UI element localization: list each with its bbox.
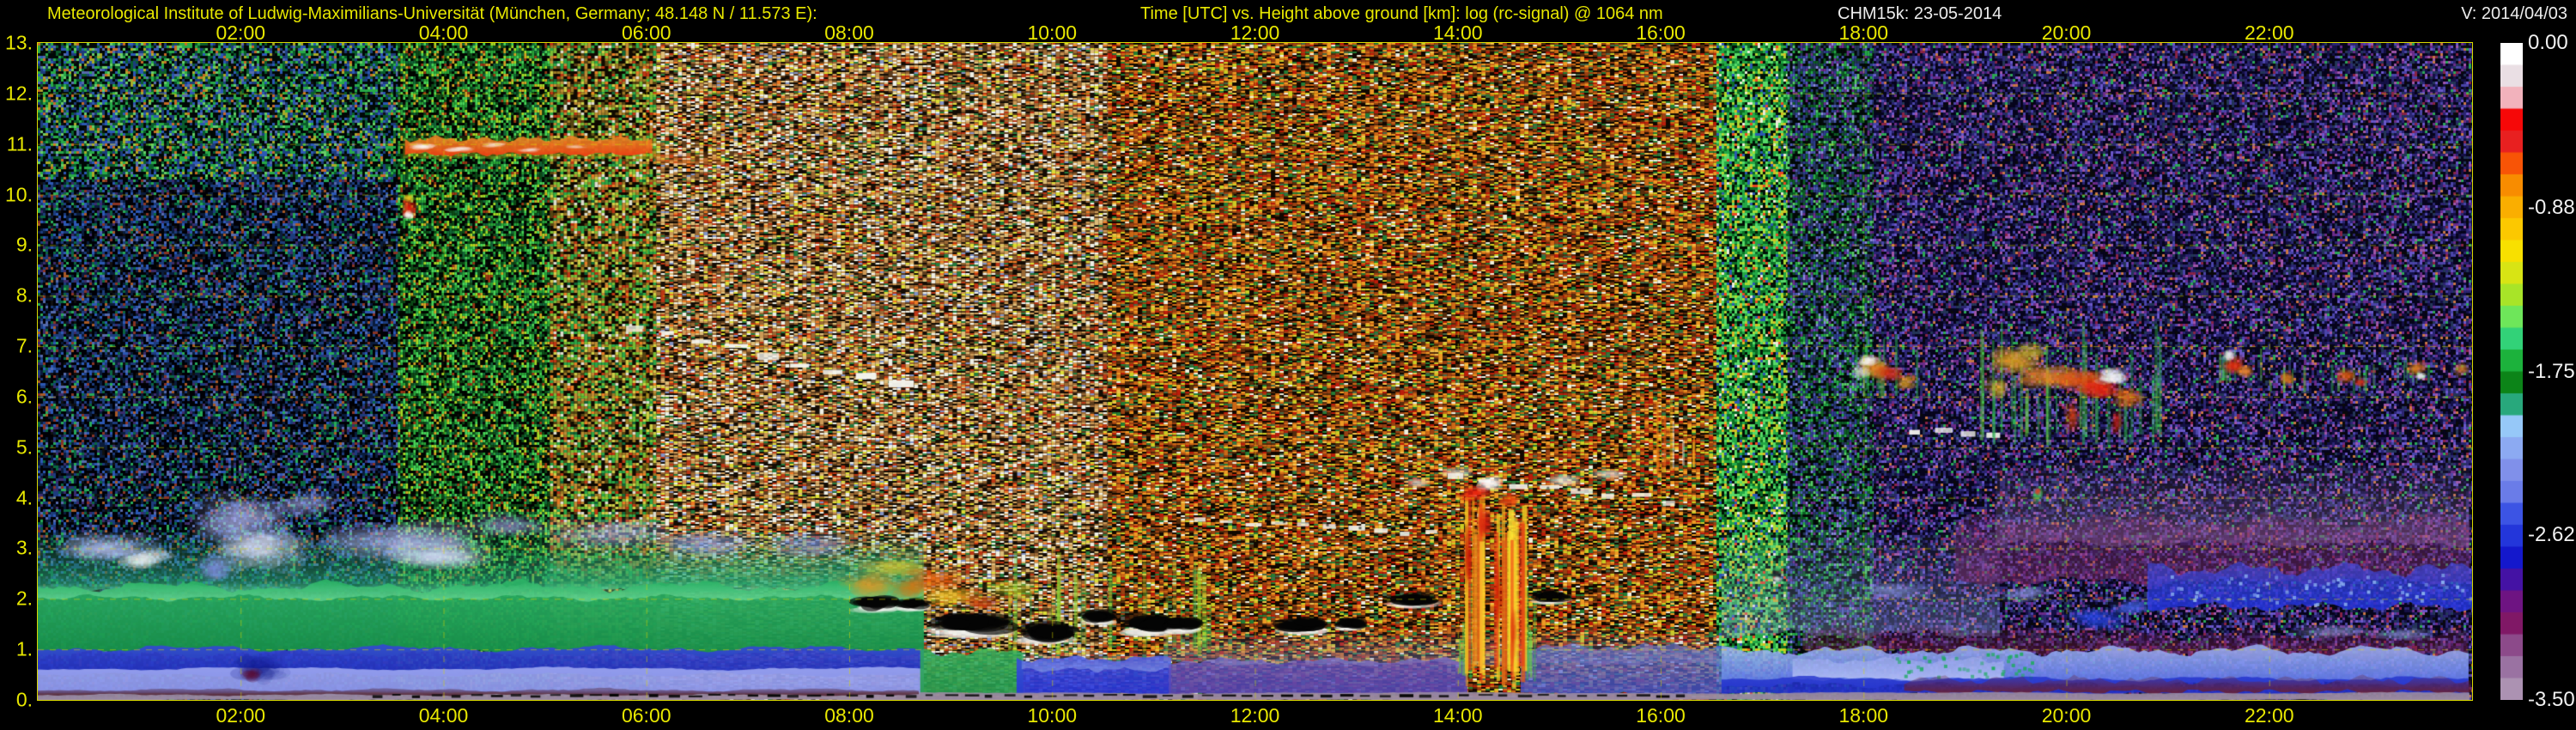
version-label: V: 2014/04/03 bbox=[2461, 4, 2567, 23]
x-tick-label-top: 18:00 bbox=[1838, 21, 1889, 44]
colorbar bbox=[2500, 43, 2523, 700]
x-tick-label-bottom: 20:00 bbox=[2041, 704, 2092, 727]
x-tick-label-bottom: 06:00 bbox=[621, 704, 671, 727]
x-tick-label-bottom: 18:00 bbox=[1838, 704, 1889, 727]
x-tick-label-top: 02:00 bbox=[216, 21, 266, 44]
x-tick-label-top: 22:00 bbox=[2244, 21, 2294, 44]
x-tick-label-bottom: 22:00 bbox=[2244, 704, 2294, 727]
x-tick-label-top: 16:00 bbox=[1636, 21, 1686, 44]
heatmap-canvas bbox=[38, 43, 2472, 700]
y-tick-label: 0. bbox=[15, 688, 33, 711]
y-tick-label: 4. bbox=[15, 486, 33, 509]
x-tick-label-top: 14:00 bbox=[1432, 21, 1483, 44]
x-tick-label-top: 10:00 bbox=[1027, 21, 1078, 44]
x-tick-label-top: 06:00 bbox=[621, 21, 671, 44]
plot-area bbox=[37, 42, 2473, 701]
x-tick-label-top: 04:00 bbox=[418, 21, 469, 44]
y-tick-label: 6. bbox=[15, 385, 33, 408]
colorbar-tick-label: -2.62 bbox=[2528, 522, 2575, 546]
y-tick-label: 5. bbox=[15, 435, 33, 459]
colorbar-canvas bbox=[2500, 43, 2523, 700]
x-tick-label-bottom: 04:00 bbox=[418, 704, 469, 727]
y-tick-label: 1. bbox=[15, 637, 33, 660]
x-tick-label-bottom: 14:00 bbox=[1432, 704, 1483, 727]
y-tick-label: 3. bbox=[15, 536, 33, 559]
x-tick-label-top: 08:00 bbox=[824, 21, 874, 44]
x-tick-label-bottom: 12:00 bbox=[1230, 704, 1280, 727]
x-tick-label-bottom: 10:00 bbox=[1027, 704, 1078, 727]
x-tick-label-top: 20:00 bbox=[2041, 21, 2092, 44]
y-tick-label: 11. bbox=[6, 132, 33, 155]
y-tick-label: 2. bbox=[15, 587, 33, 610]
x-tick-label-bottom: 02:00 bbox=[216, 704, 266, 727]
x-tick-label-top: 12:00 bbox=[1230, 21, 1280, 44]
y-tick-label: 8. bbox=[15, 283, 33, 307]
y-tick-label: 10. bbox=[5, 183, 33, 206]
colorbar-tick-label: 0.00 bbox=[2528, 31, 2568, 54]
y-tick-label: 9. bbox=[15, 233, 33, 256]
ceilometer-quicklook: Meteorological Institute of Ludwig-Maxim… bbox=[0, 0, 2576, 730]
colorbar-tick-label: -1.75 bbox=[2528, 359, 2575, 383]
y-tick-label: 7. bbox=[15, 334, 33, 357]
y-tick-label: 13. bbox=[5, 31, 33, 54]
x-tick-label-bottom: 16:00 bbox=[1636, 704, 1686, 727]
x-tick-label-bottom: 08:00 bbox=[824, 704, 874, 727]
colorbar-tick-label: -0.88 bbox=[2528, 196, 2575, 220]
plot-title: Time [UTC] vs. Height above ground [km]:… bbox=[1140, 4, 1663, 23]
colorbar-tick-label: -3.50 bbox=[2528, 688, 2575, 711]
y-tick-label: 12. bbox=[5, 82, 33, 105]
